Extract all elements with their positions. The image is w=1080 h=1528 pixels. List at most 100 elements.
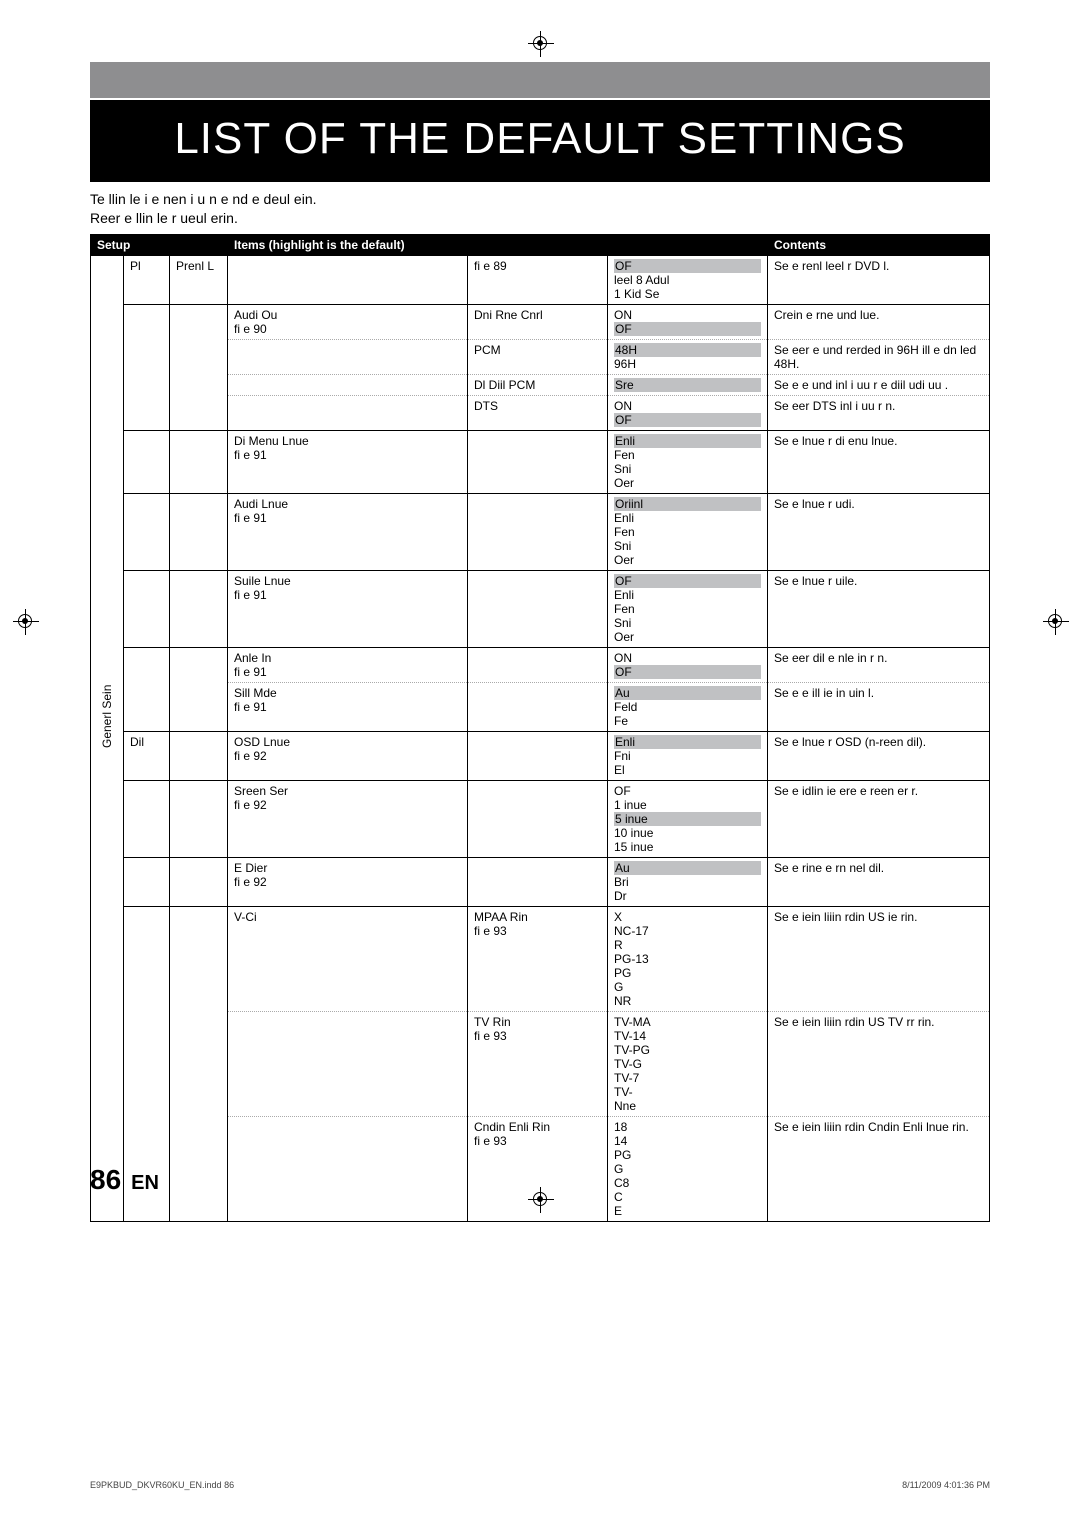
- category-1: [124, 647, 170, 682]
- header-opts: [608, 234, 768, 255]
- category-1: [124, 1011, 170, 1116]
- item-cell: Audi Oufi e 90: [228, 304, 468, 339]
- options-cell: EnliFniEl: [608, 731, 768, 780]
- table-row: DilOSD Lnuefi e 92EnliFniElSe e lnue r O…: [91, 731, 990, 780]
- category-1: [124, 304, 170, 339]
- content-cell: Se eer e und rerded in 96H ill e dn led …: [768, 339, 990, 374]
- options-cell: AuBriDr: [608, 857, 768, 906]
- category-2: [170, 647, 228, 682]
- page: LIST OF THE DEFAULT SETTINGS Te llin le …: [0, 0, 1080, 1242]
- category-1: [124, 857, 170, 906]
- footer-timestamp: 8/11/2009 4:01:36 PM: [902, 1480, 990, 1490]
- table-row: Sill Mdefi e 91AuFeldFeSe e e ill ie in …: [91, 682, 990, 731]
- table-row: Sreen Serfi e 92OF1 inue5 inue10 inue15 …: [91, 780, 990, 857]
- category-1: [124, 780, 170, 857]
- category-2: [170, 1011, 228, 1116]
- options-cell: OFEnliFenSniOer: [608, 570, 768, 647]
- content-cell: Se e lnue r udi.: [768, 493, 990, 570]
- table-row: E Dierfi e 92AuBriDrSe e rine e rn nel d…: [91, 857, 990, 906]
- item-cell: [228, 374, 468, 395]
- category-2: [170, 857, 228, 906]
- page-title: LIST OF THE DEFAULT SETTINGS: [90, 100, 990, 182]
- category-1: [124, 430, 170, 493]
- sub-item-cell: Dl Diil PCM: [468, 374, 608, 395]
- crop-mark-icon: [533, 1192, 547, 1206]
- content-cell: Se e idlin ie ere e reen er r.: [768, 780, 990, 857]
- content-cell: Crein e rne und lue.: [768, 304, 990, 339]
- item-cell: Sreen Serfi e 92: [228, 780, 468, 857]
- item-cell: Di Menu Lnuefi e 91: [228, 430, 468, 493]
- table-row: Audi Lnuefi e 91OriinlEnliFenSniOerSe e …: [91, 493, 990, 570]
- sub-item-cell: [468, 570, 608, 647]
- category-2: [170, 430, 228, 493]
- category-1: Dil: [124, 731, 170, 780]
- category-1: [124, 374, 170, 395]
- content-cell: Se eer dil e nle in r n.: [768, 647, 990, 682]
- sub-item-cell: Dni Rne Cnrl: [468, 304, 608, 339]
- table-row: DTSONOFSe eer DTS inl i uu r n.: [91, 395, 990, 430]
- item-cell: [228, 395, 468, 430]
- options-cell: ONOF: [608, 395, 768, 430]
- category-2: [170, 493, 228, 570]
- crop-mark-icon: [18, 614, 32, 628]
- item-cell: Suile Lnuefi e 91: [228, 570, 468, 647]
- sub-item-cell: [468, 647, 608, 682]
- table-row: Di Menu Lnuefi e 91 EnliFenSniOerSe e lnu…: [91, 430, 990, 493]
- item-cell: [228, 1011, 468, 1116]
- options-cell: TV-MATV-14TV-PGTV-GTV-7TV-Nne: [608, 1011, 768, 1116]
- category-2: [170, 682, 228, 731]
- options-cell: ONOF: [608, 647, 768, 682]
- category-1: [124, 395, 170, 430]
- crop-mark-icon: [533, 36, 547, 50]
- table-header-row: Setup Items (highlight is the default) C…: [91, 234, 990, 255]
- category-1: [124, 570, 170, 647]
- table-row: Dl Diil PCMSreSe e e und inl i uu r e di…: [91, 374, 990, 395]
- intro-text: Te llin le i e nen i u n e nd e deul ein…: [90, 190, 990, 228]
- table-row: V-CiMPAA Rinfi e 93XNC-17RPG-13PGGNRSe e…: [91, 906, 990, 1011]
- content-cell: Se e iein liiin rdin US ie rin.: [768, 906, 990, 1011]
- options-cell: XNC-17RPG-13PGGNR: [608, 906, 768, 1011]
- sub-item-cell: PCM: [468, 339, 608, 374]
- category-2: [170, 731, 228, 780]
- category-2: [170, 395, 228, 430]
- category-1: [124, 493, 170, 570]
- settings-table: Setup Items (highlight is the default) C…: [90, 234, 990, 1222]
- content-cell: Se e renl leel r DVD l.: [768, 255, 990, 304]
- category-2: [170, 570, 228, 647]
- item-cell: [228, 255, 468, 304]
- side-label-cell: Generl Sein: [91, 255, 124, 1221]
- content-cell: Se eer DTS inl i uu r n.: [768, 395, 990, 430]
- side-label: Generl Sein: [100, 728, 114, 748]
- category-1: [124, 906, 170, 1011]
- options-cell: OFleel 8 Adul1 Kid Se: [608, 255, 768, 304]
- category-2: [170, 339, 228, 374]
- options-cell: 48H96H: [608, 339, 768, 374]
- content-cell: Se e iein liiin rdin Cndin Enli lnue rin…: [768, 1116, 990, 1221]
- options-cell: AuFeldFe: [608, 682, 768, 731]
- category-2: [170, 304, 228, 339]
- item-cell: Anle Infi e 91: [228, 647, 468, 682]
- table-row: Generl SeinPlPrenl Lfi e 89OFleel 8 Adul…: [91, 255, 990, 304]
- item-cell: [228, 339, 468, 374]
- item-cell: Audi Lnuefi e 91: [228, 493, 468, 570]
- item-cell: OSD Lnuefi e 92: [228, 731, 468, 780]
- table-row: TV Rinfi e 93TV-MATV-14TV-PGTV-GTV-7TV-N…: [91, 1011, 990, 1116]
- crop-mark-icon: [1048, 614, 1062, 628]
- category-1: [124, 339, 170, 374]
- table-row: Suile Lnuefi e 91OFEnliFenSniOerSe e lnu…: [91, 570, 990, 647]
- footer-filename: E9PKBUD_DKVR60KU_EN.indd 86: [90, 1480, 234, 1490]
- sub-item-cell: DTS: [468, 395, 608, 430]
- table-row: Audi Oufi e 90Dni Rne CnrlONOFCrein e rn…: [91, 304, 990, 339]
- options-cell: EnliFenSniOer: [608, 430, 768, 493]
- sub-item-cell: [468, 857, 608, 906]
- content-cell: Se e lnue r di enu lnue.: [768, 430, 990, 493]
- content-cell: Se e iein liiin rdin US TV rr rin.: [768, 1011, 990, 1116]
- options-cell: 1814PGGC8CE: [608, 1116, 768, 1221]
- category-2: [170, 374, 228, 395]
- sub-item-cell: TV Rinfi e 93: [468, 1011, 608, 1116]
- category-1: Pl: [124, 255, 170, 304]
- category-2: Prenl L: [170, 255, 228, 304]
- options-cell: Sre: [608, 374, 768, 395]
- options-cell: ONOF: [608, 304, 768, 339]
- sub-item-cell: [468, 780, 608, 857]
